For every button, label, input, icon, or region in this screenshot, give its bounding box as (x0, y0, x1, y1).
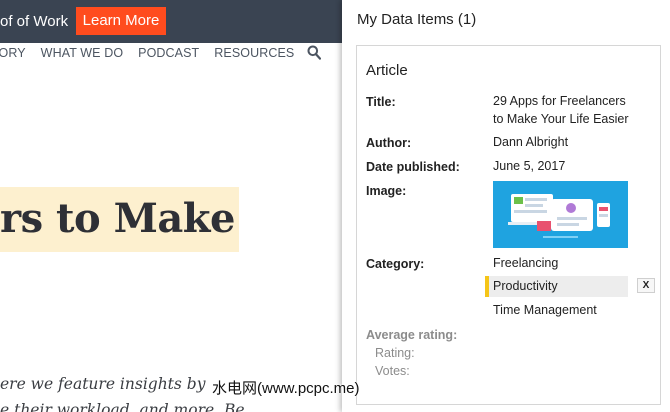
article-data-card: Article Title: 29 Apps for Freelancers t… (356, 45, 661, 405)
watermark-text: 水电网(www.pcpc.me) (212, 380, 360, 397)
category-item-freelancing[interactable]: Freelancing (485, 253, 628, 274)
image-label: Image: (366, 184, 407, 198)
author-label: Author: (366, 136, 412, 150)
article-excerpt-line-2: e their workload, and more. Be (0, 401, 245, 412)
article-headline-highlight: rs to Make (0, 187, 239, 252)
nav-item-podcast[interactable]: PODCAST (138, 46, 199, 60)
rating-label: Rating: (375, 346, 415, 360)
panel-title: My Data Items (1) (357, 11, 477, 28)
article-thumbnail-image (493, 181, 628, 248)
article-headline: rs to Make (0, 195, 235, 242)
average-rating-label: Average rating: (366, 328, 458, 342)
devices-illustration-icon (508, 194, 610, 238)
title-value: 29 Apps for Freelancers to Make Your Lif… (493, 94, 629, 126)
card-type-heading: Article (366, 62, 408, 79)
date-published-label: Date published: (366, 160, 460, 174)
nav-item-what-we-do[interactable]: WHAT WE DO (41, 46, 123, 60)
votes-label: Votes: (375, 364, 410, 378)
article-excerpt-line-1: ere we feature insights by (0, 375, 206, 393)
site-tagline: of of Work (0, 13, 69, 30)
category-label: Category: (366, 257, 425, 271)
date-published-value: June 5, 2017 (493, 159, 566, 173)
title-label: Title: (366, 95, 396, 109)
category-item-time-management[interactable]: Time Management (485, 300, 628, 321)
remove-category-button[interactable]: X (637, 278, 655, 293)
nav-item-story[interactable]: TORY (0, 46, 26, 60)
learn-more-button[interactable]: Learn More (76, 7, 166, 35)
website-background: of of Work Learn More TORY WHAT WE DO PO… (0, 0, 342, 412)
category-item-productivity[interactable]: Productivity (485, 276, 628, 297)
search-icon[interactable] (307, 45, 321, 60)
site-top-bar: of of Work Learn More (0, 0, 342, 43)
data-items-panel: My Data Items (1) Article Title: 29 Apps… (342, 0, 670, 412)
nav-item-resources[interactable]: RESOURCES (214, 46, 294, 60)
author-value: Dann Albright (493, 135, 569, 149)
site-nav: TORY WHAT WE DO PODCAST RESOURCES (0, 46, 309, 60)
